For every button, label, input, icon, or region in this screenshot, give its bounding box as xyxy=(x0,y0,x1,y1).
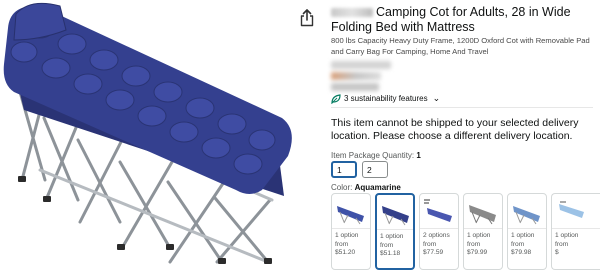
redacted-brand xyxy=(331,8,373,18)
swatch-divider xyxy=(332,228,370,229)
sustainability-features-link[interactable]: 3 sustainability features ⌄ xyxy=(331,93,440,104)
color-swatch-3[interactable]: 2 options from $77.59 xyxy=(419,193,459,270)
redacted-store-link xyxy=(331,61,391,69)
color-swatch-6[interactable]: 1 option from $ xyxy=(551,193,600,270)
swatch-divider xyxy=(508,228,546,229)
quantity-option-2[interactable]: 2 xyxy=(362,161,388,178)
swatch-options: 1 option from xyxy=(555,232,579,248)
swatch-image xyxy=(469,205,496,225)
swatch-image xyxy=(337,206,364,225)
swatch-divider xyxy=(552,228,600,229)
color-label: Color: Aquamarine xyxy=(331,183,401,192)
color-label-text: Color: xyxy=(331,183,353,192)
swatch-divider xyxy=(464,228,502,229)
quantity-label-text: Item Package Quantity: xyxy=(331,151,415,160)
swatch-image xyxy=(559,201,584,218)
quantity-label: Item Package Quantity: 1 xyxy=(331,151,421,160)
swatch-options: 2 options from xyxy=(423,232,450,248)
leaf-icon xyxy=(331,93,341,104)
color-selected: Aquamarine xyxy=(354,183,401,192)
quantity-option-1[interactable]: 1 xyxy=(331,161,357,178)
swatch-price: $79.99 xyxy=(467,249,488,256)
product-image[interactable] xyxy=(0,0,300,270)
swatch-price: $51.20 xyxy=(335,249,356,256)
swatch-divider xyxy=(377,229,413,230)
delivery-notice: This item cannot be shipped to your sele… xyxy=(331,117,579,142)
color-swatch-2[interactable]: 1 option from $51.18 xyxy=(375,193,415,270)
swatch-image xyxy=(513,206,540,225)
quantity-selected: 1 xyxy=(416,151,421,160)
swatch-price: $77.59 xyxy=(423,249,444,256)
color-swatch-4[interactable]: 1 option from $79.99 xyxy=(463,193,503,270)
sustainability-label: 3 sustainability features xyxy=(344,94,428,103)
swatch-options: 1 option from xyxy=(511,232,535,248)
chevron-down-icon: ⌄ xyxy=(432,93,441,103)
redacted-info xyxy=(331,83,379,91)
color-swatch-1[interactable]: 1 option from $51.20 xyxy=(331,193,371,270)
swatch-options: 1 option from xyxy=(380,233,404,249)
share-icon[interactable] xyxy=(299,9,315,27)
swatch-options: 1 option from xyxy=(335,232,359,248)
swatch-price: $79.98 xyxy=(511,249,532,256)
swatch-price: $ xyxy=(555,249,559,256)
product-subtitle: 800 lbs Capacity Heavy Duty Frame, 1200D… xyxy=(331,36,590,56)
swatch-image xyxy=(382,206,409,226)
redacted-rating xyxy=(331,72,381,80)
swatch-image xyxy=(424,199,452,222)
swatch-divider xyxy=(420,228,458,229)
color-swatch-5[interactable]: 1 option from $79.98 xyxy=(507,193,547,270)
divider xyxy=(331,107,593,108)
swatch-price: $51.18 xyxy=(380,250,401,257)
swatch-options: 1 option from xyxy=(467,232,491,248)
product-title[interactable]: Camping Cot for Adults, 28 in Wide Foldi… xyxy=(331,5,593,35)
